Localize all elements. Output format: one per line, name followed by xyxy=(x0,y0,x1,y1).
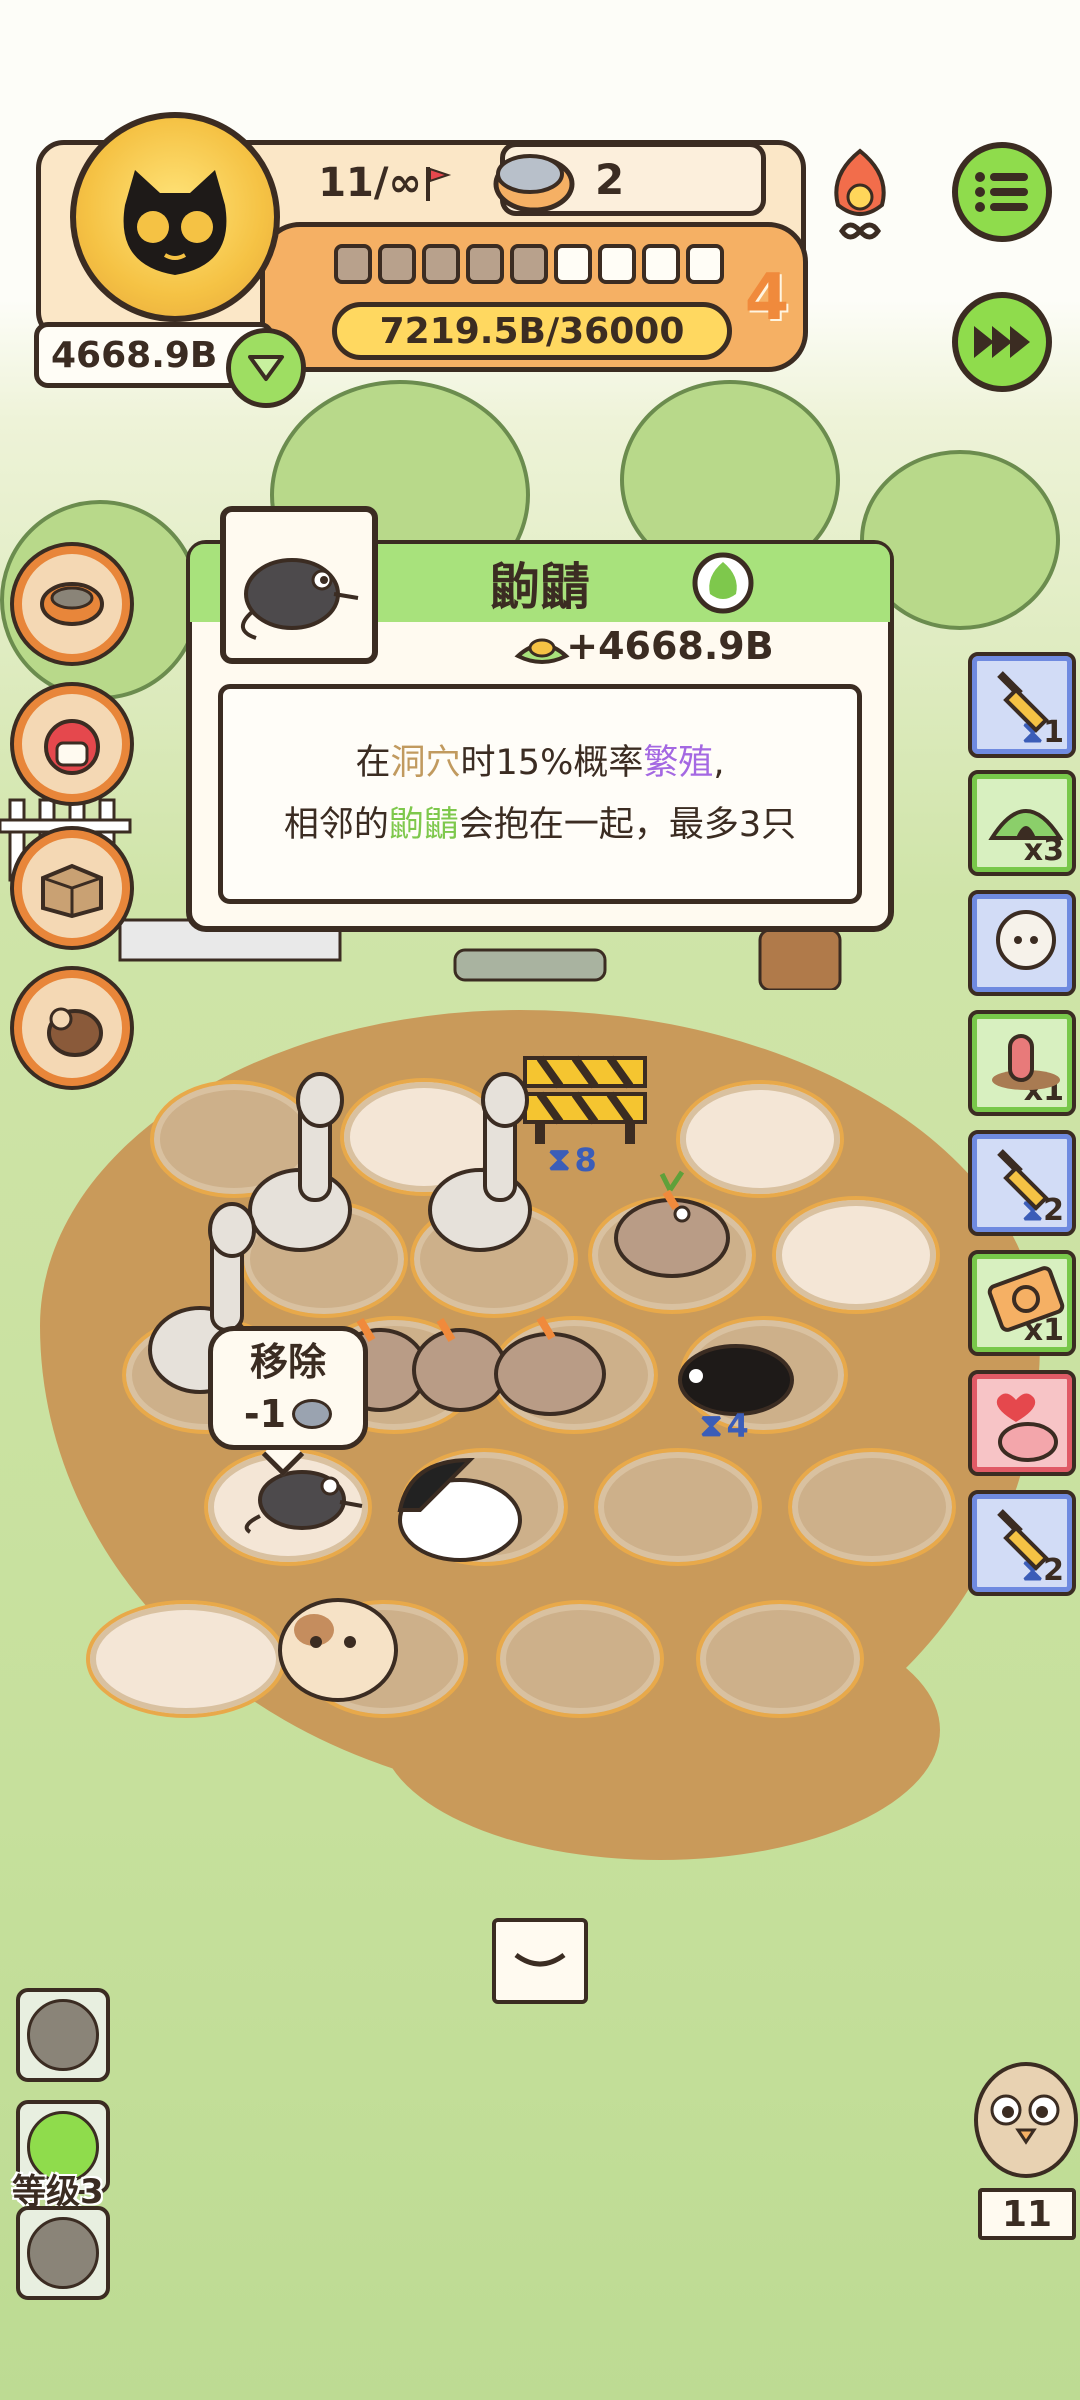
alpaca-pair[interactable] xyxy=(240,1070,570,1280)
item-shovel-card[interactable]: ⧗ 2 xyxy=(968,1490,1076,1596)
hamster[interactable] xyxy=(264,1580,414,1710)
shovel-icon xyxy=(997,1509,1049,1571)
egg-badge-icon xyxy=(692,552,754,614)
progress-segment xyxy=(510,244,548,284)
experience-bar: 7219.5B/36000 xyxy=(332,302,732,360)
penguin[interactable] xyxy=(380,1440,530,1570)
progress-segment xyxy=(554,244,592,284)
item-shovel-card[interactable]: ⧗ 1 xyxy=(968,652,1076,758)
player-level: 11/∞ xyxy=(295,150,475,216)
can-icon xyxy=(493,154,575,213)
shovel-icon xyxy=(997,1149,1049,1211)
progress-segment xyxy=(466,244,504,284)
refresh-ticket-icon xyxy=(987,1266,1065,1332)
progress-segment xyxy=(642,244,680,284)
gear-slot-button[interactable] xyxy=(16,2206,110,2300)
pet-button[interactable] xyxy=(14,970,130,1086)
smile-handle-icon xyxy=(514,1952,566,1967)
bowl-button[interactable] xyxy=(14,546,130,662)
rabbit-group[interactable] xyxy=(330,1300,630,1420)
rabbit-with-carrot[interactable] xyxy=(610,1170,740,1280)
shop-button[interactable] xyxy=(14,686,130,802)
shrew[interactable] xyxy=(240,1456,370,1536)
flag-icon xyxy=(425,167,451,201)
description-line: 相邻的鼩鼱会抱在一起，最多3只 xyxy=(283,805,797,845)
elephant-silhouette-icon xyxy=(27,1999,99,2071)
cardboard-box-icon xyxy=(41,863,103,918)
heart-creature-icon xyxy=(996,1393,1058,1462)
black-cat-avatar-icon xyxy=(123,170,227,275)
creature-description: 在洞穴时15%概率繁殖, 相邻的鼩鼱会抱在一起，最多3只 xyxy=(218,684,862,904)
item-refresh-card[interactable]: x1 xyxy=(968,1250,1076,1356)
burrow-hole-empty[interactable] xyxy=(86,1600,286,1718)
item-worm-card[interactable]: x1 xyxy=(968,1010,1076,1116)
progress-segment xyxy=(378,244,416,284)
gear-icon xyxy=(27,2217,99,2289)
chevron-down-icon xyxy=(248,355,284,381)
item-tent-card[interactable]: x3 xyxy=(968,770,1076,876)
item-shovel-card[interactable]: ⧗ 2 xyxy=(968,1130,1076,1236)
hourglass-icon: ⧗ xyxy=(548,1140,571,1178)
stage-progress-segments xyxy=(334,244,724,284)
item-sheep-card[interactable] xyxy=(968,890,1076,996)
shovel-icon xyxy=(997,671,1049,733)
menu-button[interactable] xyxy=(952,142,1052,242)
burrow-hole[interactable] xyxy=(696,1600,864,1718)
progress-segment xyxy=(686,244,724,284)
creature-income: +4668.9B xyxy=(566,624,774,668)
hourglass-icon: ⧗ xyxy=(700,1406,723,1444)
shrew-portrait-icon xyxy=(241,558,359,640)
burrow-hole-empty[interactable] xyxy=(772,1196,940,1314)
progress-segment xyxy=(334,244,372,284)
creature-count: 11 xyxy=(978,2188,1076,2240)
list-icon xyxy=(975,172,1028,212)
flame-infinity-icon[interactable] xyxy=(820,145,900,245)
worm-icon xyxy=(992,1034,1060,1090)
cooldown-timer: ⧗ 8 xyxy=(548,1140,597,1179)
stage-number: 4 xyxy=(744,261,790,335)
level-label: 等级3 xyxy=(12,2172,104,2212)
item-heart-card[interactable] xyxy=(968,1370,1076,1476)
burrow-hole[interactable] xyxy=(594,1448,762,1566)
burrow-hole[interactable] xyxy=(788,1448,956,1566)
progress-segment xyxy=(598,244,636,284)
collapse-tab-button[interactable] xyxy=(492,1918,588,2004)
creature-portrait xyxy=(220,506,378,664)
tent-icon xyxy=(988,809,1064,840)
creature-slot-button[interactable] xyxy=(16,1988,110,2082)
lucky-cat-icon xyxy=(44,719,100,775)
food-bowl-icon xyxy=(40,582,104,626)
burrow-hole[interactable] xyxy=(496,1600,664,1718)
fast-forward-icon xyxy=(974,326,1030,358)
remove-button[interactable]: 移除 -1 xyxy=(208,1326,368,1450)
progress-segment xyxy=(422,244,460,284)
cooldown-timer: ⧗ 4 xyxy=(700,1406,749,1445)
box-button[interactable] xyxy=(14,830,130,946)
fast-forward-button[interactable] xyxy=(952,292,1052,392)
pet-hamster-icon xyxy=(47,1007,103,1057)
expand-button[interactable] xyxy=(226,328,306,408)
can-icon xyxy=(292,1399,333,1429)
sheep-icon xyxy=(996,910,1056,970)
description-line: 在洞穴时15%概率繁殖, xyxy=(355,743,725,783)
